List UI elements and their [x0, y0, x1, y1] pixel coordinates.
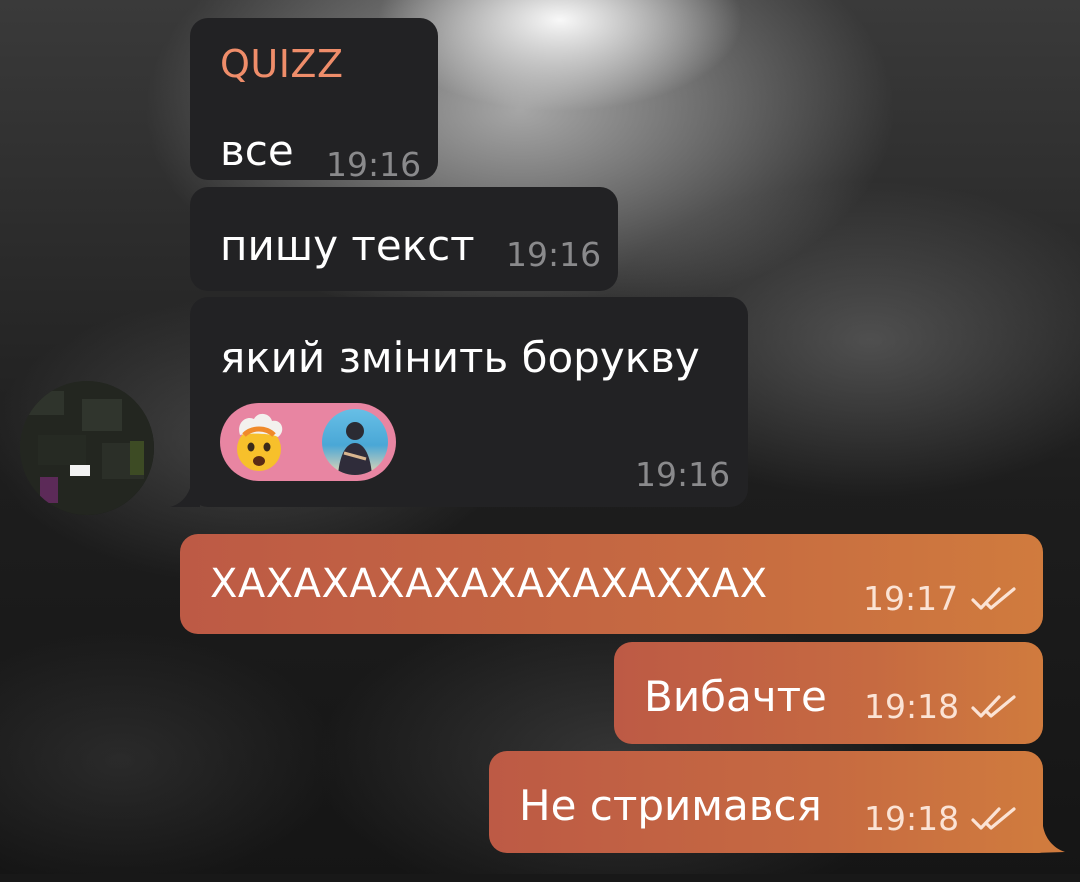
bottom-divider [0, 874, 1080, 882]
message-bubble-outgoing[interactable]: Вибачте 19:18 [614, 642, 1043, 744]
message-time: 19:17 [863, 579, 959, 618]
message-time: 19:18 [864, 687, 960, 726]
double-check-icon [971, 807, 1016, 830]
message-text: ХАХАХАХАХАХАХАХАХХАХ [210, 561, 768, 607]
message-time: 19:18 [864, 799, 960, 838]
avatar-image-icon [20, 381, 154, 515]
message-text: який змінить борукву [220, 333, 700, 382]
message-bubble-incoming[interactable]: який змінить борукву 19:16 [190, 297, 748, 507]
message-text: пишу текст [220, 221, 475, 270]
sender-name[interactable]: QUIZZ [220, 42, 344, 86]
outgoing-bubble-tail [1033, 826, 1065, 853]
message-time: 19:16 [326, 145, 422, 184]
message-text: все [220, 126, 294, 175]
message-text: Вибачте [644, 672, 827, 721]
exploding-head-emoji-icon [237, 413, 283, 471]
message-text: Не стримався [519, 781, 822, 830]
reactions-pill[interactable] [220, 403, 396, 481]
double-check-icon [971, 695, 1016, 718]
person-silhouette-icon [338, 422, 372, 475]
double-check-icon [971, 587, 1016, 610]
incoming-bubble-tail [170, 480, 200, 507]
message-time: 19:16 [635, 455, 731, 494]
contact-avatar[interactable] [20, 381, 154, 515]
message-bubble-outgoing[interactable]: ХАХАХАХАХАХАХАХАХХАХ 19:17 [180, 534, 1043, 634]
message-bubble-outgoing[interactable]: Не стримався 19:18 [489, 751, 1043, 853]
message-bubble-incoming[interactable]: QUIZZ все 19:16 [190, 18, 438, 184]
user-photo-avatar [322, 409, 388, 475]
message-bubble-incoming[interactable]: пишу текст 19:16 [190, 187, 618, 291]
message-time: 19:16 [506, 235, 602, 274]
